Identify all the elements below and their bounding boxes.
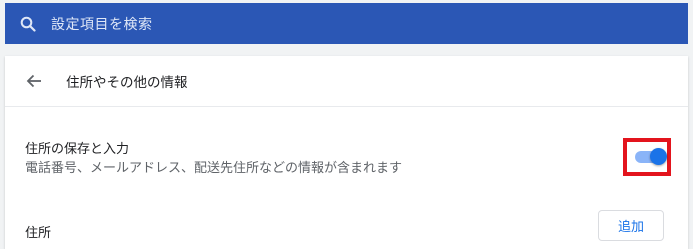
save-address-toggle[interactable] — [635, 148, 667, 165]
settings-card: 住所やその他の情報 住所の保存と入力 電話番号、メールアドレス、配送先住所などの… — [5, 56, 688, 249]
page-title: 住所やその他の情報 — [66, 75, 188, 91]
search-input[interactable]: 設定項目を検索 — [51, 14, 153, 34]
back-button[interactable] — [22, 69, 46, 93]
subpage-header: 住所やその他の情報 — [5, 56, 688, 107]
toggle-knob — [650, 148, 667, 165]
addresses-label: 住所 — [25, 226, 52, 241]
save-address-title: 住所の保存と入力 — [25, 142, 130, 157]
settings-page: 設定項目を検索 住所やその他の情報 住所の保存と入力 電話番号、メールアドレス、… — [0, 0, 693, 249]
save-address-description: 電話番号、メールアドレス、配送先住所などの情報が含まれます — [25, 161, 403, 176]
save-address-row[interactable]: 住所の保存と入力 電話番号、メールアドレス、配送先住所などの情報が含まれます — [5, 128, 688, 188]
add-address-button[interactable]: 追加 — [598, 210, 664, 241]
search-icon — [19, 15, 37, 33]
addresses-row: 住所 追加 — [5, 204, 688, 249]
search-bar[interactable]: 設定項目を検索 — [5, 3, 688, 44]
arrow-left-icon — [26, 74, 41, 88]
